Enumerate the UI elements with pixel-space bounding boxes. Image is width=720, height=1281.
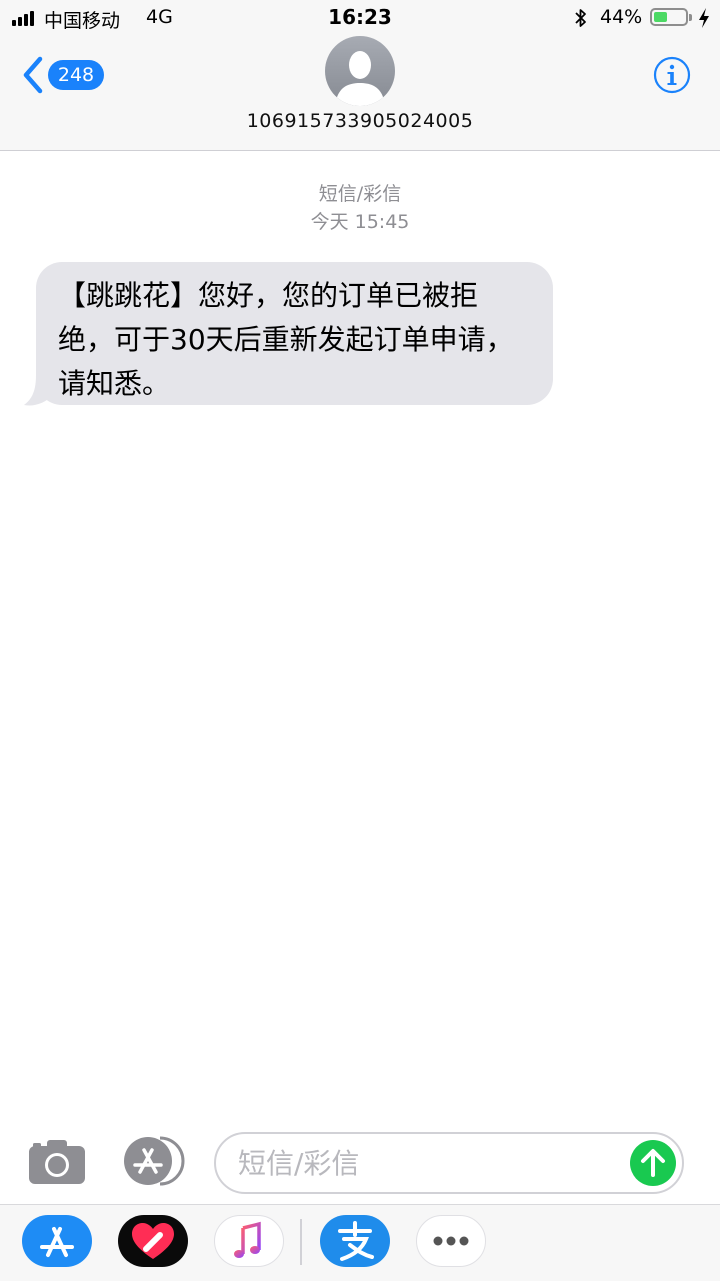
music-note-icon	[234, 1221, 261, 1258]
drawer-more[interactable]	[416, 1215, 486, 1267]
app-store-icon[interactable]	[122, 1136, 186, 1186]
drawer-digital-touch[interactable]	[118, 1215, 188, 1267]
drawer-divider	[300, 1219, 302, 1265]
avatar-person-icon	[335, 51, 385, 106]
message-timestamp: 今天 15:45	[310, 211, 410, 233]
app-store-icon	[40, 1227, 74, 1257]
drawer-music[interactable]	[214, 1215, 284, 1267]
avatar[interactable]	[325, 36, 395, 106]
drawer-app-store[interactable]	[22, 1215, 92, 1267]
unread-count-badge: 248	[48, 60, 104, 90]
app-drawer	[0, 1204, 720, 1281]
alipay-icon	[338, 1221, 374, 1261]
send-button[interactable]	[630, 1140, 676, 1186]
back-button[interactable]: 248	[18, 56, 108, 96]
bluetooth-icon	[575, 9, 586, 27]
battery-icon	[650, 8, 692, 26]
back-chevron-icon	[23, 56, 43, 94]
battery-percent: 44%	[600, 6, 643, 28]
composer	[0, 1120, 720, 1204]
digital-touch-heart-icon	[132, 1223, 174, 1259]
message-text: 【跳跳花】您好，您的订单已被拒绝，可于30天后重新发起订单申请，请知悉。	[58, 279, 514, 400]
more-dots-icon	[433, 1236, 469, 1246]
battery-fill	[654, 12, 667, 22]
drawer-alipay[interactable]	[320, 1215, 390, 1267]
charging-bolt-icon	[699, 8, 709, 28]
conversation-meta: 短信/彩信 今天 15:45	[0, 180, 720, 236]
message-bubble-incoming[interactable]: 【跳跳花】您好，您的订单已被拒绝，可于30天后重新发起订单申请，请知悉。	[36, 262, 553, 405]
camera-icon[interactable]	[28, 1138, 86, 1186]
info-icon[interactable]	[653, 56, 691, 94]
conversation-header: 248 106915733905024005	[0, 36, 720, 151]
contact-number[interactable]: 106915733905024005	[0, 110, 720, 132]
message-input[interactable]	[214, 1132, 684, 1194]
status-bar: 中国移动 4G 16:23 44%	[0, 0, 720, 36]
message-type-label: 短信/彩信	[318, 183, 402, 205]
send-arrow-icon	[641, 1149, 665, 1177]
